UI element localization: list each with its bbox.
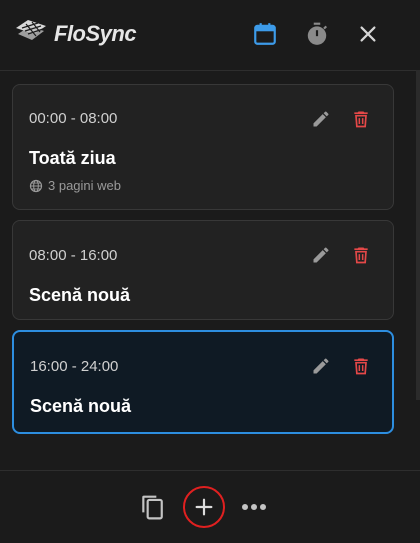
scene-title: Scenă nouă [29,285,131,305]
scene-time: 08:00 - 16:00 [29,247,118,264]
calendar-icon[interactable] [251,20,279,48]
scrollbar[interactable] [416,70,420,400]
scene-card[interactable]: 08:00 - 16:00 Scenă nouă [12,220,394,320]
scene-title: Scenă nouă [30,396,132,416]
globe-icon [29,179,43,192]
edit-icon[interactable] [309,107,333,131]
scene-time: 00:00 - 08:00 [29,110,118,127]
add-icon [193,496,215,518]
app-name: FloSync [54,20,137,46]
delete-icon[interactable] [349,107,373,131]
scene-pages: 3 pagini web [29,178,121,193]
scene-card[interactable]: 00:00 - 08:00 Toată ziua 3 pagini web [12,84,394,210]
app-header: FloSync [0,0,420,71]
logo-icon [14,18,48,49]
delete-icon[interactable] [349,354,373,378]
edit-icon[interactable] [309,243,333,267]
scene-card-active[interactable]: 16:00 - 24:00 Scenă nouă [12,330,394,434]
close-icon[interactable] [354,20,382,48]
scene-pages-label: 3 pagini web [48,178,121,193]
footer-toolbar [0,470,420,543]
app-logo: FloSync [14,18,137,49]
more-icon[interactable] [240,495,268,519]
timer-icon[interactable] [303,20,331,48]
scene-title: Toată ziua [29,148,116,168]
edit-icon[interactable] [309,354,333,378]
add-button[interactable] [183,486,225,528]
copy-icon[interactable] [138,493,166,521]
delete-icon[interactable] [349,243,373,267]
scene-time: 16:00 - 24:00 [30,358,119,375]
